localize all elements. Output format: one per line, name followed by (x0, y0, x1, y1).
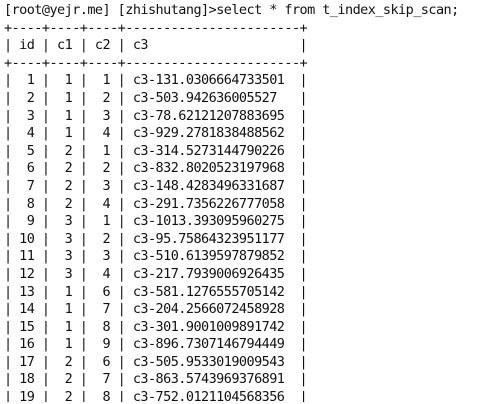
terminal-output[interactable]: [root@yejr.me] [zhishutang]>select * fro… (4, 2, 476, 402)
table-row: | 17 | 2 | 6 | c3-505.9533019009543 | (4, 353, 308, 370)
prompt-line: [root@yejr.me] [zhishutang]>select * fro… (4, 2, 476, 20)
prompt: [root@yejr.me] [zhishutang]> (4, 2, 217, 18)
table-row: | 18 | 2 | 7 | c3-863.5743969376891 | (4, 371, 308, 388)
table-row: | 19 | 2 | 8 | c3-752.0121104568356 | (4, 389, 308, 402)
table-row: | 16 | 1 | 9 | c3-896.7307146794449 | (4, 336, 308, 353)
table-row: | 11 | 3 | 3 | c3-510.6139597879852 | (4, 248, 308, 265)
table-row: | 6 | 2 | 2 | c3-832.8020523197968 | (4, 160, 308, 177)
table-row: | 2 | 1 | 2 | c3-503.942636005527 | (4, 89, 308, 106)
table-row: | 3 | 1 | 3 | c3-78.62121207883695 | (4, 107, 308, 124)
table-border-header: +----+----+----+-----------------------+ (4, 54, 308, 71)
table-row: | 8 | 2 | 4 | c3-291.7356226777058 | (4, 195, 308, 212)
table-row: | 12 | 3 | 4 | c3-217.7939006926435 | (4, 265, 308, 282)
table-row: | 1 | 1 | 1 | c3-131.0306664733501 | (4, 72, 308, 89)
table-row: | 10 | 3 | 2 | c3-95.75864323951177 | (4, 230, 308, 247)
table-row: | 7 | 2 | 3 | c3-148.4283496331687 | (4, 177, 308, 194)
table-rows: | 1 | 1 | 1 | c3-131.0306664733501 | | 2 … (4, 72, 476, 402)
table-row: | 5 | 2 | 1 | c3-314.5273144790226 | (4, 142, 308, 159)
table-row: | 14 | 1 | 7 | c3-204.2566072458928 | (4, 301, 308, 318)
table-row: | 15 | 1 | 8 | c3-301.9001009891742 | (4, 318, 308, 335)
table-row: | 9 | 3 | 1 | c3-1013.393095960275 | (4, 213, 308, 230)
table-row: | 13 | 1 | 6 | c3-581.1276555705142 | (4, 283, 308, 300)
command-text: select * from t_index_skip_scan; (216, 2, 459, 18)
table-header: | id | c1 | c2 | c3 | (4, 37, 308, 54)
table-row: | 4 | 1 | 4 | c3-929.2781838488562 | (4, 125, 308, 142)
table-border-top: +----+----+----+-----------------------+ (4, 19, 308, 36)
